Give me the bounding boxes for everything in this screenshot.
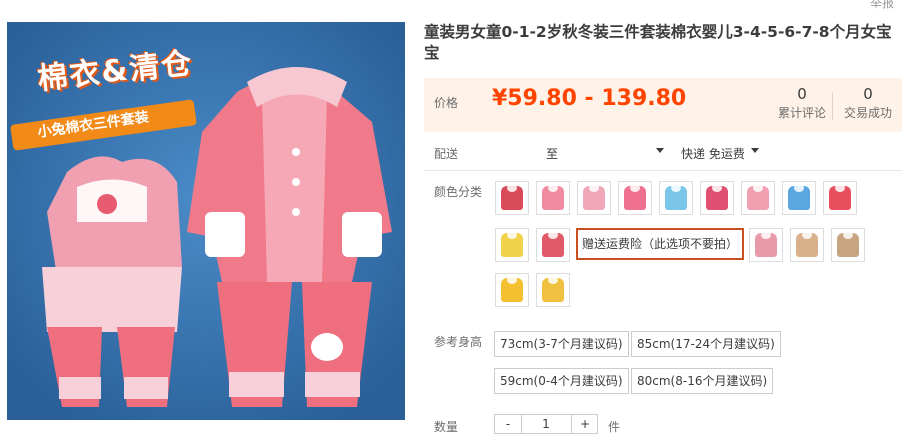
quantity-minus-button[interactable]: - [495, 415, 522, 433]
divider [424, 170, 902, 171]
swatch-detail [761, 231, 771, 239]
color-option-selected[interactable]: 赠送运费险（此选项不要拍） [576, 228, 744, 260]
swatch-detail [507, 276, 517, 284]
swatch-detail [794, 184, 804, 192]
price-value: ¥59.80 - 139.80 [492, 86, 687, 111]
chevron-down-icon[interactable] [656, 148, 664, 153]
quantity-stepper[interactable]: - 1 + [494, 414, 598, 434]
color-swatch[interactable] [700, 181, 734, 215]
color-swatch[interactable] [782, 181, 816, 215]
price-bar: 价格 ¥59.80 - 139.80 0 累计评论 0 交易成功 [424, 78, 902, 132]
report-link[interactable]: 举报 [870, 0, 894, 11]
size-label: 参考身高 [434, 335, 483, 349]
color-swatch[interactable] [495, 228, 529, 262]
swatch-detail [671, 184, 681, 192]
sales-stat: 0 交易成功 [844, 84, 892, 121]
swatch-detail [548, 276, 558, 284]
color-swatch[interactable] [577, 181, 611, 215]
reviews-label: 累计评论 [778, 106, 827, 120]
color-swatch[interactable] [749, 228, 783, 262]
shipping-method-select[interactable]: 快递 免运费 [681, 145, 745, 162]
product-title: 童装男女童0-1-2岁秋冬装三件套装棉衣婴儿3-4-5-6-7-8个月女宝宝 [424, 23, 892, 62]
color-swatch[interactable] [823, 181, 857, 215]
shipping-label: 配送 [434, 147, 459, 161]
color-swatch[interactable] [536, 273, 570, 307]
swatch-detail [548, 184, 558, 192]
ship-to-select[interactable]: 至 [546, 145, 558, 162]
color-swatch[interactable] [495, 273, 529, 307]
swatch-detail [548, 231, 558, 239]
swatch-detail [507, 231, 517, 239]
quantity-input[interactable]: 1 [522, 415, 570, 433]
color-swatch[interactable] [741, 181, 775, 215]
quantity-plus-button[interactable]: + [571, 415, 598, 433]
swatch-detail [802, 231, 812, 239]
price-label: 价格 [434, 96, 459, 110]
stat-divider [832, 92, 833, 120]
color-swatch[interactable] [536, 181, 570, 215]
sales-count: 0 [863, 85, 873, 103]
color-swatch[interactable] [831, 228, 865, 262]
swatch-detail [753, 184, 763, 192]
swatch-detail [507, 184, 517, 192]
color-label: 颜色分类 [434, 185, 483, 199]
swatch-detail [843, 231, 853, 239]
size-option[interactable]: 80cm(8-16个月建议码) [631, 368, 774, 394]
swatch-detail [835, 184, 845, 192]
quantity-label: 数量 [434, 420, 459, 434]
color-swatch[interactable] [790, 228, 824, 262]
color-swatch[interactable] [659, 181, 693, 215]
reviews-count: 0 [797, 85, 807, 103]
swatch-detail [712, 184, 722, 192]
sales-label: 交易成功 [844, 106, 893, 120]
size-option[interactable]: 59cm(0-4个月建议码) [494, 368, 629, 394]
reviews-stat[interactable]: 0 累计评论 [778, 84, 826, 121]
color-swatch[interactable] [618, 181, 652, 215]
chevron-down-icon[interactable] [751, 148, 759, 153]
quantity-unit: 件 [608, 420, 621, 434]
size-option[interactable]: 85cm(17-24个月建议码) [631, 331, 781, 357]
size-option[interactable]: 73cm(3-7个月建议码) [494, 331, 629, 357]
swatch-detail [589, 184, 599, 192]
color-swatch[interactable] [536, 228, 570, 262]
product-image[interactable]: 棉衣&清仓 小兔棉衣三件套装 [7, 22, 405, 420]
color-swatch[interactable] [495, 181, 529, 215]
swatch-detail [630, 184, 640, 192]
